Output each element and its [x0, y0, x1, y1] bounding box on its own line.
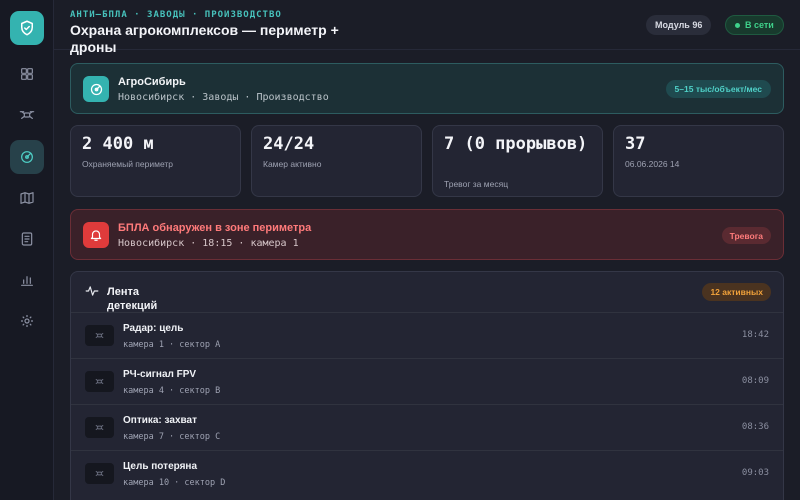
- client-card[interactable]: АгроСибирь Новосибирск · Заводы · Произв…: [70, 63, 784, 114]
- row-thumbnail: [85, 325, 114, 346]
- gear-icon: [21, 315, 33, 327]
- row-thumbnail: [85, 463, 114, 484]
- row-time: 18:42: [741, 330, 769, 340]
- feed-row[interactable]: Радар: цель камера 1 · сектор A 18:42: [71, 312, 783, 358]
- feed-header: Лента детекций 12 активных: [71, 272, 783, 312]
- status-dot-icon: [735, 22, 740, 28]
- stat-value: 7 (0 прорывов): [444, 134, 588, 154]
- alert-badge: Тревога: [721, 227, 771, 244]
- row-subtitle: камера 4 · сектор B: [123, 386, 221, 396]
- stat-label: 06.06.2026 14: [625, 159, 680, 169]
- drone-icon: [95, 470, 104, 477]
- stat-value: 24/24: [263, 134, 315, 154]
- document-icon: [21, 232, 33, 246]
- sidebar: [0, 0, 54, 500]
- app-logo[interactable]: [10, 11, 44, 45]
- drone-alert-card[interactable]: БПЛА обнаружен в зоне периметра Новосиби…: [70, 209, 784, 260]
- status-label: В сети: [745, 20, 774, 30]
- row-subtitle: камера 7 · сектор C: [123, 432, 221, 442]
- stat-card-date: 37 06.06.2026 14: [613, 125, 784, 197]
- module-label: Модуль 96: [655, 20, 703, 30]
- row-subtitle: камера 1 · сектор A: [123, 340, 221, 350]
- row-title: Оптика: захват: [123, 415, 197, 426]
- drone-icon: [95, 332, 104, 339]
- sidebar-item-dashboard[interactable]: [10, 57, 44, 91]
- stat-card-cameras: 24/24 Камер активно: [251, 125, 422, 197]
- feed-title: Лента детекций: [107, 286, 158, 312]
- stat-value: 2 400 м: [82, 134, 154, 154]
- row-time: 08:36: [741, 422, 769, 432]
- stat-label: Тревог за месяц: [444, 179, 509, 189]
- bar-chart-icon: [21, 276, 33, 286]
- activity-icon: [85, 286, 99, 296]
- sidebar-item-radar[interactable]: [10, 140, 44, 174]
- drone-icon: [19, 111, 35, 119]
- stat-card-perimeter: 2 400 м Охраняемый периметр: [70, 125, 241, 197]
- stat-label: Камер активно: [263, 159, 322, 169]
- alert-icon-box: [83, 222, 109, 248]
- bell-icon: [90, 230, 102, 241]
- row-time: 08:09: [741, 376, 769, 386]
- alert-title: БПЛА обнаружен в зоне периметра: [118, 222, 312, 234]
- feed-row[interactable]: Оптика: захват камера 7 · сектор C 08:36: [71, 404, 783, 450]
- row-title: Цель потеряна: [123, 461, 198, 472]
- row-thumbnail: [85, 417, 114, 438]
- stat-label: Охраняемый периметр: [82, 159, 174, 169]
- page-title: Охрана агрокомплексов — периметр + дроны: [70, 22, 339, 55]
- feed-row[interactable]: РЧ-сигнал FPV камера 4 · сектор B 08:09: [71, 358, 783, 404]
- radar-icon: [21, 151, 33, 163]
- client-name: АгроСибирь: [118, 76, 186, 88]
- row-title: РЧ-сигнал FPV: [123, 369, 197, 380]
- shield-check-icon: [21, 20, 33, 36]
- grid-icon: [21, 68, 33, 80]
- row-time: 09:03: [741, 468, 769, 478]
- map-icon: [20, 192, 34, 204]
- sidebar-item-analytics[interactable]: [10, 263, 44, 297]
- client-subtitle: Новосибирск · Заводы · Производство: [118, 92, 329, 103]
- detection-feed: Лента детекций 12 активных Радар: цель к…: [70, 271, 784, 500]
- online-status-badge: В сети: [725, 15, 784, 35]
- active-count-badge: 12 активных: [702, 283, 771, 301]
- sidebar-item-map[interactable]: [10, 181, 44, 215]
- sidebar-item-settings[interactable]: [10, 304, 44, 338]
- drone-icon: [95, 378, 104, 385]
- alert-subtitle: Новосибирск · 18:15 · камера 1: [118, 238, 299, 249]
- client-icon: [83, 76, 109, 102]
- price-badge: 5–15 тыс/объект/мес: [665, 80, 771, 98]
- breadcrumb: АНТИ–БПЛА · ЗАВОДЫ · ПРОИЗВОДСТВО: [70, 10, 282, 20]
- feed-row[interactable]: Цель потеряна камера 10 · сектор D 09:03: [71, 450, 783, 496]
- sidebar-item-drone[interactable]: [10, 98, 44, 132]
- stat-value: 37: [625, 134, 646, 154]
- sidebar-item-reports[interactable]: [10, 222, 44, 256]
- row-title: Радар: цель: [123, 323, 184, 334]
- row-thumbnail: [85, 371, 114, 392]
- top-header: АНТИ–БПЛА · ЗАВОДЫ · ПРОИЗВОДСТВО Охрана…: [54, 0, 800, 55]
- stat-card-alarms: 7 (0 прорывов) Тревог за месяц: [432, 125, 603, 197]
- radar-icon: [90, 83, 102, 95]
- drone-icon: [95, 424, 104, 431]
- module-badge[interactable]: Модуль 96: [646, 15, 712, 35]
- row-subtitle: камера 10 · сектор D: [123, 478, 226, 488]
